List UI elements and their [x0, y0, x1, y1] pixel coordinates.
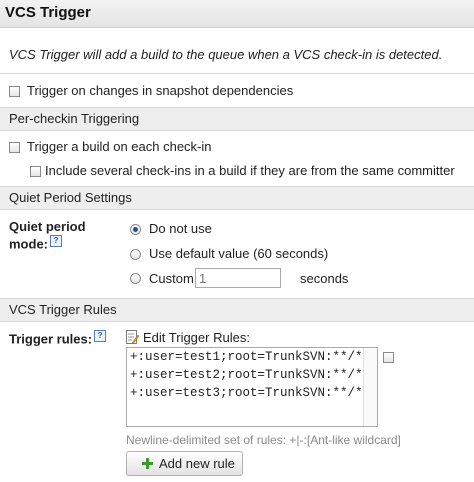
dialog-title-bar: VCS Trigger: [0, 0, 474, 28]
section-per-checkin-title: Per-checkin Triggering: [9, 111, 140, 126]
edit-document-icon: [126, 330, 139, 345]
dialog-title: VCS Trigger: [5, 4, 91, 21]
quiet-period-default-label: Use default value (60 seconds): [149, 246, 329, 261]
trigger-rules-label-text: Trigger rules:: [9, 331, 93, 347]
section-trigger-rules: VCS Trigger Rules: [0, 298, 474, 322]
snapshot-dependencies-label: Trigger on changes in snapshot dependenc…: [27, 83, 294, 98]
quiet-period-custom-radio[interactable]: [130, 273, 141, 284]
quiet-period-default-radio[interactable]: [130, 249, 141, 260]
rule-line: +:user=test2;root=TrunkSVN:**/*: [130, 368, 363, 382]
quiet-period-label-line1: Quiet period: [9, 219, 86, 234]
rule-line: +:user=test1;root=TrunkSVN:**/*: [130, 350, 363, 364]
help-icon[interactable]: ?: [50, 235, 62, 247]
several-checkins-label: Include several check-ins in a build if …: [45, 163, 455, 178]
trigger-rules-label: Trigger rules:?: [9, 330, 107, 347]
plus-icon: [142, 458, 153, 469]
quiet-period-custom-label: Custom: [149, 271, 194, 286]
rule-line: +:user=test3;root=TrunkSVN:**/*: [130, 386, 363, 400]
quiet-period-do-not-use-label: Do not use: [149, 221, 212, 236]
intro-text: VCS Trigger will add a build to the queu…: [9, 47, 443, 62]
each-checkin-checkbox[interactable]: [9, 142, 20, 153]
edit-trigger-rules-link[interactable]: Edit Trigger Rules:: [143, 330, 250, 345]
trigger-rules-textarea[interactable]: +:user=test1;root=TrunkSVN:**/* +:user=t…: [126, 347, 378, 427]
several-checkins-checkbox[interactable]: [30, 166, 41, 177]
expand-editor-checkbox[interactable]: [383, 352, 394, 363]
help-icon[interactable]: ?: [94, 330, 107, 342]
quiet-period-do-not-use-radio[interactable]: [130, 224, 141, 235]
section-trigger-rules-title: VCS Trigger Rules: [9, 302, 117, 317]
add-new-rule-label: Add new rule: [159, 456, 235, 471]
textarea-scrollbar[interactable]: [363, 348, 377, 426]
quiet-period-label: Quiet period mode:?: [9, 218, 86, 252]
add-new-rule-button[interactable]: Add new rule: [126, 451, 243, 476]
seconds-label: seconds: [300, 271, 349, 286]
each-checkin-label: Trigger a build on each check-in: [27, 139, 212, 154]
quiet-period-label-line2: mode:: [9, 236, 48, 252]
custom-seconds-input[interactable]: [195, 268, 281, 288]
section-quiet-period: Quiet Period Settings: [0, 186, 474, 210]
snapshot-dependencies-checkbox[interactable]: [9, 86, 20, 97]
section-per-checkin: Per-checkin Triggering: [0, 107, 474, 131]
rules-hint: Newline-delimited set of rules: +|-:[Ant…: [126, 433, 401, 447]
divider: [0, 73, 474, 74]
section-quiet-period-title: Quiet Period Settings: [9, 190, 132, 205]
